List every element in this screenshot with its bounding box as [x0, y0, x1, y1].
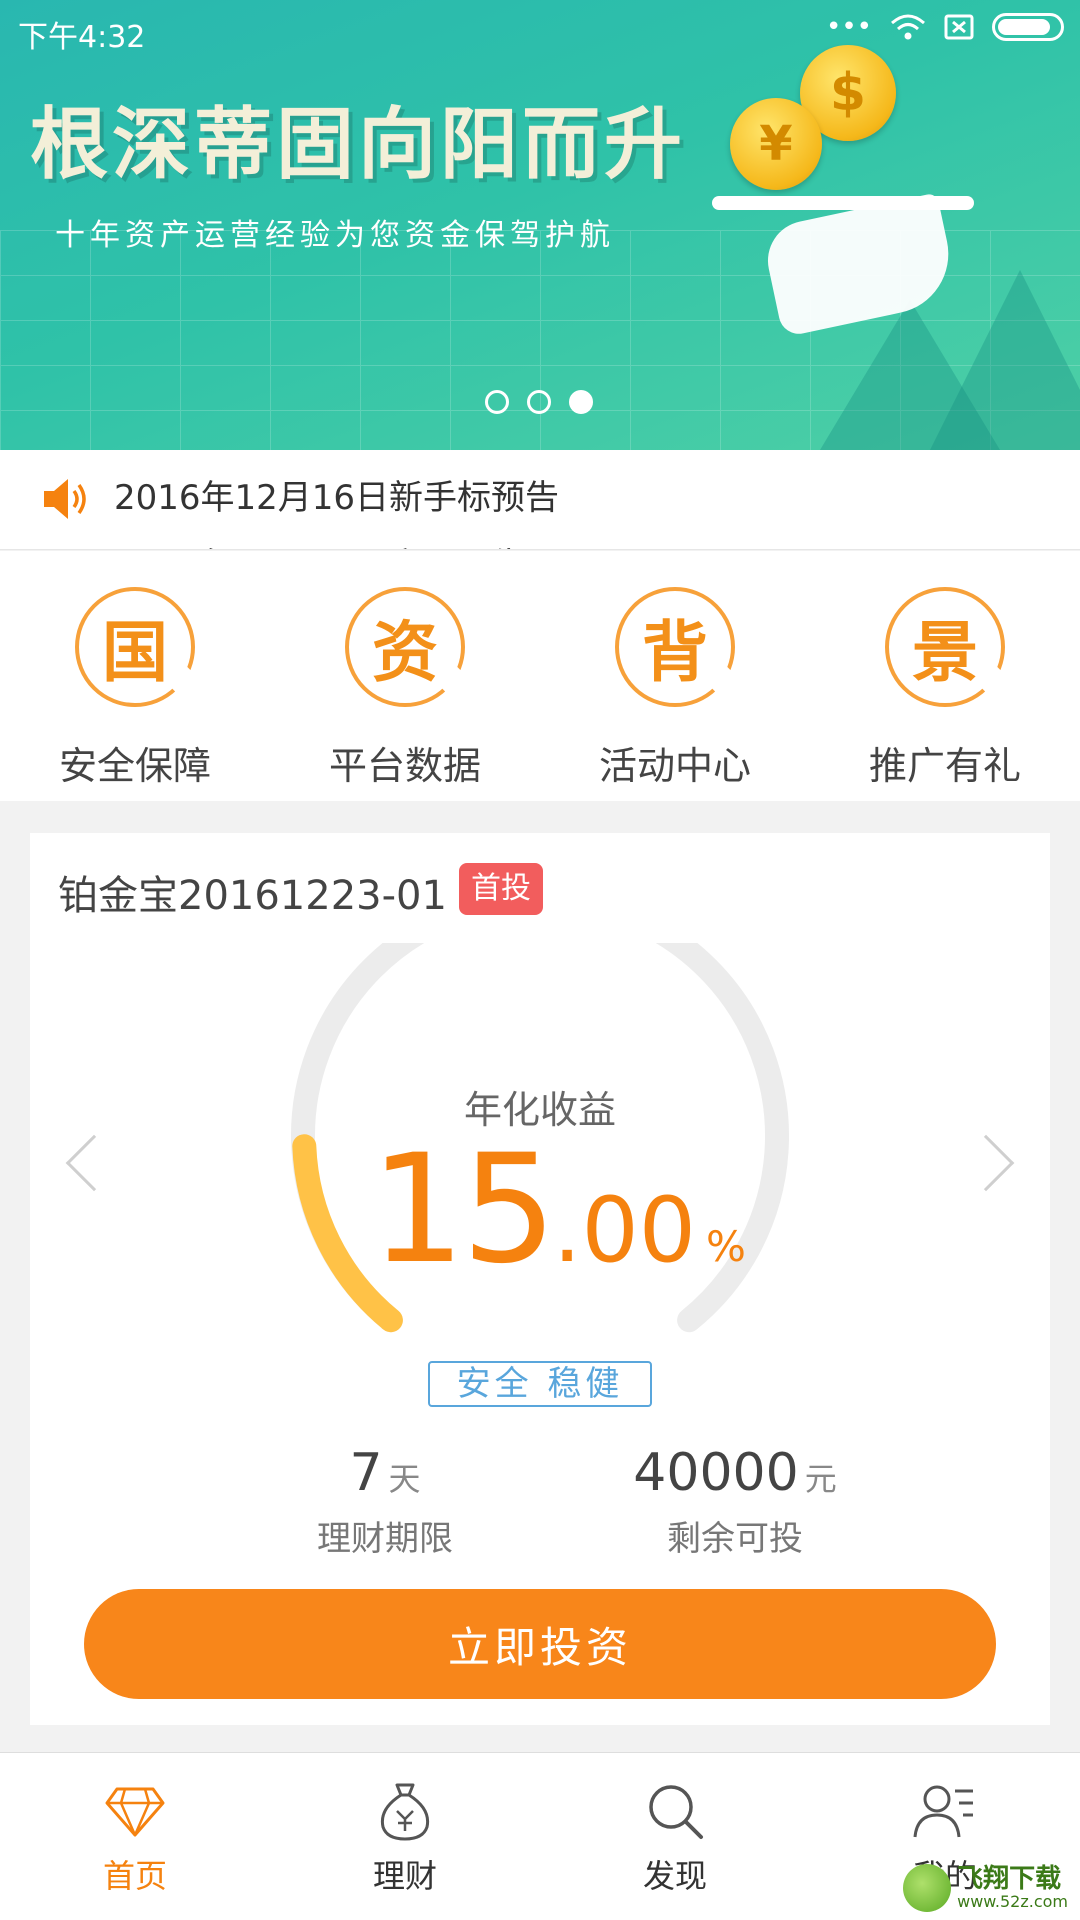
menu-item-activity-center[interactable]: 背 活动中心 — [540, 551, 810, 801]
rate-decimal: .00 — [552, 1178, 697, 1283]
product-name: 铂金宝20161223-01 — [58, 873, 447, 919]
term-label: 理财期限 — [317, 1519, 453, 1559]
rate-unit: % — [706, 1222, 746, 1271]
menu-label: 平台数据 — [328, 744, 481, 788]
menu-label: 安全保障 — [58, 744, 211, 788]
referral-icon: 景 — [885, 587, 1005, 707]
menu-item-security[interactable]: 国 安全保障 — [0, 551, 270, 801]
safety-badge: 安全 稳健 — [428, 1361, 652, 1407]
tab-discover[interactable]: 发现 — [540, 1753, 810, 1920]
term-stat: 7天 理财期限 — [235, 1443, 535, 1560]
product-card[interactable]: 铂金宝20161223-01 首投 年化收益 15.00% 安全 稳健 7天 理… — [30, 833, 1050, 1725]
term-unit: 天 — [388, 1460, 421, 1498]
quick-menu: 国 安全保障 资 平台数据 背 活动中心 景 推广有礼 — [0, 551, 1080, 801]
invest-now-button[interactable]: 立即投资 — [84, 1589, 996, 1699]
menu-item-platform-data[interactable]: 资 平台数据 — [270, 551, 540, 801]
status-time: 下午4:32 — [18, 20, 146, 55]
banner-title: 根深蒂固向阳而升 — [30, 100, 687, 190]
carousel-indicator — [485, 390, 593, 414]
carousel-dot-active[interactable] — [569, 390, 593, 414]
menu-label: 推广有礼 — [868, 744, 1021, 788]
remaining-value: 40000 — [633, 1443, 799, 1503]
status-icons: ••• — [826, 12, 1064, 42]
term-value: 7 — [349, 1443, 383, 1503]
remaining-label: 剩余可投 — [667, 1519, 803, 1559]
more-dots-icon: ••• — [825, 12, 872, 42]
notice-text[interactable]: 2016年12月16日新手标预告 — [114, 470, 559, 519]
battery-icon — [992, 13, 1064, 41]
first-invest-badge: 首投 — [459, 863, 543, 915]
tab-home[interactable]: 首页 — [0, 1753, 270, 1920]
remaining-stat: 40000 元 剩余可投 — [585, 1443, 885, 1560]
user-icon — [913, 1785, 973, 1838]
menu-label: 活动中心 — [598, 744, 751, 788]
prev-product-arrow-icon[interactable] — [65, 1134, 123, 1192]
tab-label: 首页 — [102, 1857, 167, 1895]
watermark-logo: 飞翔下载 www.52z.com — [903, 1864, 1068, 1912]
bottom-tab-bar: 首页 理财 发现 我的 飞翔下载 www.52z.com — [0, 1752, 1080, 1920]
menu-item-referral[interactable]: 景 推广有礼 — [810, 551, 1080, 801]
notice-text-next[interactable]: 2016年12月17日产品预告 — [114, 538, 525, 549]
notice-bar[interactable]: 2016年12月16日新手标预告 2016年12月17日产品预告 — [0, 450, 1080, 550]
money-bag-icon — [380, 1783, 430, 1841]
watermark-url: www.52z.com — [957, 1891, 1068, 1911]
tab-finance[interactable]: 理财 — [270, 1753, 540, 1920]
watermark-name: 飞翔下载 — [957, 1863, 1062, 1894]
search-icon — [649, 1785, 703, 1839]
diamond-icon — [105, 1787, 165, 1837]
tab-label: 理财 — [372, 1857, 437, 1895]
speaker-icon — [44, 479, 86, 519]
leaf-logo-icon — [903, 1864, 952, 1912]
activity-center-icon: 背 — [615, 587, 735, 707]
next-product-arrow-icon[interactable] — [957, 1134, 1015, 1192]
banner-hill-decoration — [930, 270, 1080, 450]
banner-subtitle: 十年资产运营经验为您资金保驾护航 — [55, 218, 615, 253]
banner-carousel[interactable]: 下午4:32 ••• 根深蒂固向阳而升 十年资产运营经验为您资金保驾护航 $ ¥ — [0, 0, 1080, 450]
carousel-dot[interactable] — [485, 390, 509, 414]
sim-off-icon — [944, 14, 974, 40]
rate-integer: 15 — [370, 1123, 557, 1297]
security-icon: 国 — [75, 587, 195, 707]
remaining-unit: 元 — [804, 1460, 837, 1498]
carousel-dot[interactable] — [527, 390, 551, 414]
wifi-icon — [891, 14, 925, 40]
yen-coin-icon: ¥ — [730, 98, 822, 190]
platform-data-icon: 资 — [345, 587, 465, 707]
annual-rate: 15.00% — [370, 1123, 746, 1297]
tab-label: 发现 — [642, 1857, 707, 1895]
